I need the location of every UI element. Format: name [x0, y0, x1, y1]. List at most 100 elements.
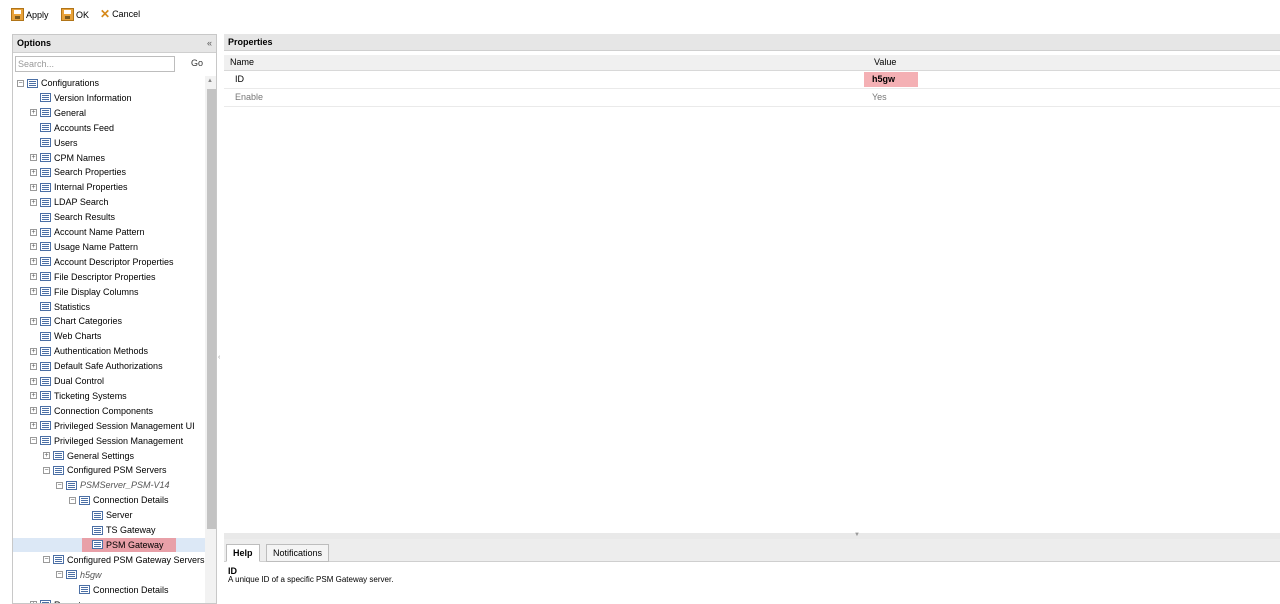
- expand-node-icon[interactable]: +: [30, 377, 37, 385]
- tree-item[interactable]: + Usage Name Pattern: [30, 240, 138, 254]
- tree-scrollbar[interactable]: ▲: [205, 76, 216, 603]
- tree-item[interactable]: + Account Name Pattern: [30, 225, 145, 239]
- tree-item[interactable]: Server: [82, 508, 133, 522]
- tree-item[interactable]: + Search Properties: [30, 165, 126, 179]
- config-node-icon: [40, 257, 51, 267]
- tree-item[interactable]: − Configured PSM Servers: [43, 463, 167, 477]
- expand-node-icon[interactable]: +: [30, 317, 37, 325]
- tree-item-label: Reports: [54, 598, 86, 604]
- save-icon: [61, 8, 74, 21]
- collapse-icon[interactable]: «: [207, 35, 212, 52]
- tree-item[interactable]: + File Descriptor Properties: [30, 270, 156, 284]
- tree-item[interactable]: − Privileged Session Management: [30, 434, 183, 448]
- config-node-icon: [92, 525, 103, 535]
- tab-notifications[interactable]: Notifications: [266, 544, 330, 562]
- expand-node-icon[interactable]: +: [30, 198, 37, 206]
- config-node-icon: [40, 153, 51, 162]
- tree-item[interactable]: + Ticketing Systems: [30, 389, 127, 403]
- config-node-icon: [53, 555, 64, 565]
- column-header-value[interactable]: Value: [874, 55, 896, 70]
- tree-item-label: Connection Details: [93, 495, 169, 506]
- expand-node-icon[interactable]: +: [30, 183, 37, 191]
- tree-item[interactable]: + Internal Properties: [30, 180, 128, 194]
- cancel-button[interactable]: ✕ Cancel: [100, 8, 140, 20]
- tree-item[interactable]: Web Charts: [30, 329, 101, 343]
- expand-node-icon[interactable]: +: [30, 392, 37, 400]
- expand-node-icon[interactable]: +: [30, 362, 37, 370]
- collapse-node-icon[interactable]: −: [30, 437, 37, 445]
- property-value[interactable]: Yes: [872, 89, 887, 106]
- expand-node-icon[interactable]: +: [30, 273, 37, 281]
- expand-node-icon[interactable]: +: [30, 109, 37, 117]
- tab-help[interactable]: Help: [226, 544, 260, 562]
- tree-item[interactable]: + CPM Names: [30, 151, 105, 165]
- tree-item[interactable]: + Chart Categories: [30, 314, 122, 328]
- go-button[interactable]: Go: [191, 58, 203, 68]
- collapse-node-icon[interactable]: −: [56, 481, 63, 489]
- tree-item[interactable]: + LDAP Search: [30, 195, 108, 209]
- apply-button[interactable]: Apply: [11, 8, 49, 21]
- tree-item-label: Internal Properties: [54, 182, 128, 193]
- tree-item[interactable]: − Connection Details: [69, 493, 169, 507]
- tree-item[interactable]: Connection Details: [69, 583, 169, 597]
- search-input[interactable]: [15, 56, 175, 72]
- vertical-splitter[interactable]: ‹: [217, 34, 224, 604]
- tree-item[interactable]: + Authentication Methods: [30, 344, 148, 358]
- tree-item[interactable]: TS Gateway: [82, 523, 156, 537]
- tree-item[interactable]: Search Results: [30, 210, 115, 224]
- expand-node-icon[interactable]: +: [30, 288, 37, 296]
- collapse-node-icon[interactable]: −: [69, 496, 76, 504]
- config-node-icon: [40, 167, 51, 177]
- scrollbar-thumb[interactable]: [207, 89, 216, 529]
- expand-node-icon[interactable]: +: [30, 407, 37, 415]
- tree-item[interactable]: + Account Descriptor Properties: [30, 255, 174, 269]
- tree-item-label: Configurations: [41, 78, 100, 88]
- collapse-node-icon[interactable]: −: [56, 571, 63, 579]
- tree-item[interactable]: + File Display Columns: [30, 285, 139, 299]
- expand-node-icon[interactable]: +: [30, 228, 37, 236]
- property-row-id[interactable]: ID h5gw: [224, 71, 1280, 89]
- tree-item[interactable]: + Default Safe Authorizations: [30, 359, 163, 373]
- tree-item[interactable]: + Privileged Session Management UI: [30, 419, 195, 433]
- property-row-enable[interactable]: Enable Yes: [224, 89, 1280, 107]
- expand-node-icon[interactable]: +: [43, 452, 50, 459]
- tree-item[interactable]: Users: [30, 136, 78, 150]
- tree-item[interactable]: Version Information: [30, 91, 132, 105]
- expand-node-icon[interactable]: +: [30, 154, 37, 161]
- scroll-up-icon[interactable]: ▲: [207, 78, 213, 84]
- tree-item[interactable]: + Dual Control: [30, 374, 104, 388]
- options-panel: Options « Go − Configurations Version Info…: [12, 34, 217, 604]
- expand-node-icon[interactable]: +: [30, 168, 37, 176]
- tree-item[interactable]: + General: [30, 106, 86, 120]
- collapse-node-icon[interactable]: −: [43, 466, 50, 474]
- collapse-node-icon[interactable]: −: [17, 79, 24, 87]
- tree-item[interactable]: + Connection Components: [30, 404, 153, 418]
- expand-node-icon[interactable]: +: [30, 243, 37, 251]
- tree-item[interactable]: − h5gw: [56, 568, 102, 582]
- options-header: Options «: [13, 35, 216, 53]
- expand-node-icon[interactable]: +: [30, 422, 37, 430]
- property-value[interactable]: h5gw: [872, 71, 895, 88]
- tree-item-label: LDAP Search: [54, 197, 109, 208]
- tree-item[interactable]: +Reports: [30, 598, 86, 604]
- tree-item[interactable]: Accounts Feed: [30, 121, 114, 135]
- tree-item[interactable]: − Configurations: [17, 76, 99, 90]
- expand-node-icon[interactable]: +: [30, 258, 37, 266]
- config-node-icon: [40, 302, 51, 311]
- tree-item-label: Connection Details: [93, 584, 169, 595]
- tree-item[interactable]: PSM Gateway: [82, 537, 176, 552]
- ok-button[interactable]: OK: [61, 8, 89, 21]
- tree-item[interactable]: Statistics: [30, 300, 90, 314]
- tree-item[interactable]: − Configured PSM Gateway Servers: [43, 553, 205, 567]
- config-node-icon: [40, 242, 51, 252]
- search-row: Go: [15, 56, 215, 72]
- tree-item[interactable]: − PSMServer_PSM-V14: [56, 478, 170, 492]
- collapse-node-icon[interactable]: −: [43, 556, 50, 564]
- tree-item[interactable]: + General Settings: [43, 449, 134, 463]
- expand-node-icon[interactable]: +: [30, 347, 37, 355]
- property-name: Enable: [235, 92, 264, 102]
- column-header-name[interactable]: Name: [230, 55, 254, 70]
